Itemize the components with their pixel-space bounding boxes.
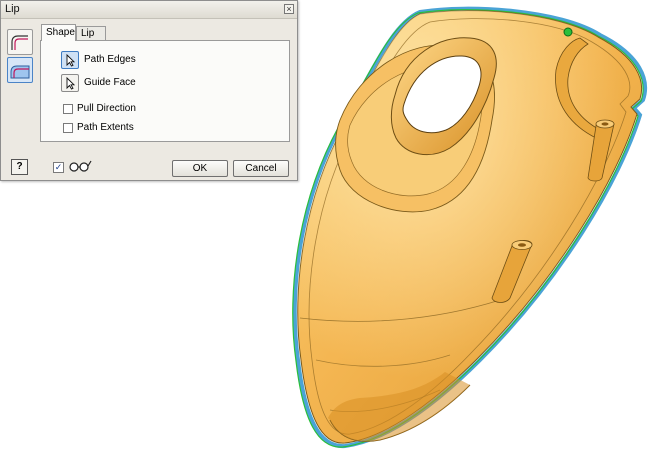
tab-shape[interactable]: Shape <box>41 24 76 41</box>
lip-dialog: Lip × Shape Lip Path Edges Guide Face Pu… <box>0 0 298 181</box>
shape-tab-panel: Path Edges Guide Face Pull Direction Pat… <box>40 40 290 142</box>
dialog-title: Lip <box>5 3 20 15</box>
lower-boss-hole <box>518 243 526 247</box>
preview-checkbox[interactable]: ✓ <box>53 162 64 173</box>
path-extents-checkbox[interactable] <box>63 123 73 133</box>
groove-type-icon <box>10 65 30 79</box>
guide-face-label: Guide Face <box>84 77 136 88</box>
selection-point[interactable] <box>563 27 573 37</box>
lip-type-icon <box>11 35 28 50</box>
path-edges-label: Path Edges <box>84 54 136 65</box>
tab-lip[interactable]: Lip <box>76 26 106 40</box>
path-extents-label: Path Extents <box>77 122 134 133</box>
cancel-button[interactable]: Cancel <box>233 160 289 177</box>
glasses-icon <box>69 160 92 172</box>
pull-direction-label: Pull Direction <box>77 103 136 114</box>
path-edges-select-button[interactable] <box>61 51 79 69</box>
lip-type-button[interactable] <box>7 29 33 55</box>
cursor-arrow-icon <box>66 53 76 67</box>
cursor-arrow-icon <box>66 76 76 90</box>
close-icon[interactable]: × <box>284 4 294 14</box>
pull-direction-checkbox[interactable] <box>63 104 73 114</box>
ok-button[interactable]: OK <box>172 160 228 177</box>
guide-face-select-button[interactable] <box>61 74 79 92</box>
help-icon[interactable]: ? <box>11 159 28 175</box>
groove-type-button[interactable] <box>7 57 33 83</box>
part-model[interactable] <box>292 6 648 449</box>
dialog-titlebar[interactable]: Lip × <box>1 1 297 19</box>
upper-boss-hole <box>601 122 609 126</box>
